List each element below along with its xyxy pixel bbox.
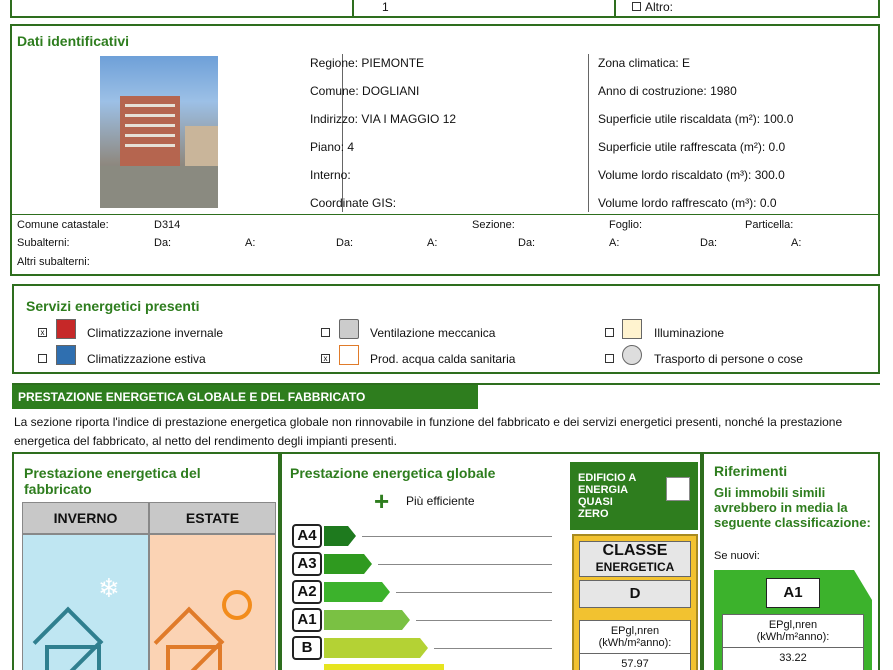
- illuminazione-checkbox[interactable]: [605, 328, 614, 337]
- riferimenti-text: Gli immobili simili avrebbero in media l…: [714, 485, 871, 530]
- sup-risc-row: Superficie utile riscaldata (m²): 100.0: [598, 112, 794, 126]
- class-row-a3: A3: [292, 552, 552, 576]
- faucet-icon: [339, 345, 359, 365]
- inverno-header: INVERNO: [22, 502, 149, 534]
- top-row-value: 1: [382, 0, 389, 14]
- plus-icon: +: [374, 486, 390, 516]
- arrow-a1: [324, 610, 410, 630]
- arrow-b: [324, 638, 428, 658]
- nzeb-box: EDIFICIO A ENERGIA QUASI ZERO: [570, 462, 698, 530]
- fabbricato-panel: Prestazione energetica del fabbricato IN…: [12, 452, 280, 670]
- gear-icon: [622, 345, 642, 365]
- fabbricato-title: Prestazione energetica del fabbricato: [24, 465, 201, 497]
- estate-header: ESTATE: [149, 502, 276, 534]
- classe-box: CLASSE ENERGETICA D EPgl,nren (kWh/m²ann…: [572, 534, 698, 670]
- class-row-a4: A4: [292, 524, 552, 548]
- class-row-a2: A2: [292, 580, 552, 604]
- piano-row: Piano: 4: [310, 140, 355, 154]
- air-conditioner-icon: [56, 345, 76, 365]
- comune-row: Comune: DOGLIANI: [310, 84, 420, 98]
- indirizzo-row: Indirizzo: VIA I MAGGIO 12: [310, 112, 457, 126]
- altro-label: Altro:: [645, 0, 674, 14]
- nzeb-checkbox[interactable]: [666, 477, 690, 501]
- climatizzazione-estiva-checkbox[interactable]: [38, 354, 47, 363]
- climatizzazione-invernale-checkbox[interactable]: x: [38, 328, 47, 337]
- sup-raff-row: Superficie utile raffrescata (m²): 0.0: [598, 140, 786, 154]
- ep-box: EPgl,nren (kWh/m²anno): 57.97: [579, 620, 691, 670]
- classe-value-box: D: [579, 580, 691, 608]
- estate-area: [149, 534, 276, 670]
- house-winter-icon: [32, 606, 109, 670]
- dati-title: Dati identificativi: [17, 33, 130, 49]
- piu-efficiente-label: Più efficiente: [406, 494, 475, 508]
- lamp-icon: [622, 319, 642, 339]
- house-summer-icon: [153, 606, 230, 670]
- inverno-area: ❄: [22, 534, 149, 670]
- snowflake-icon: ❄: [98, 573, 120, 603]
- arrow-c-partial: [324, 664, 444, 670]
- energy-scale: A4 A3 A2 A1 B: [292, 524, 552, 670]
- dati-identificativi-panel: Dati identificativi Regione: PIEMONTE Co…: [10, 24, 880, 276]
- prestazione-description: La sezione riporta l'indice di prestazio…: [14, 415, 843, 448]
- globale-panel: Prestazione energetica globale + Più eff…: [280, 452, 702, 670]
- building-photo: [100, 56, 218, 208]
- rif-ep-box: EPgl,nren (kWh/m²anno): 33.22: [722, 614, 864, 670]
- anno-row: Anno di costruzione: 1980: [598, 84, 737, 98]
- radiator-icon: [56, 319, 76, 339]
- prestazione-header: PRESTAZIONE ENERGETICA GLOBALE E DEL FAB…: [12, 385, 478, 409]
- regione-row: Regione: PIEMONTE: [310, 56, 425, 70]
- vol-raff-row: Volume lordo raffrescato (m³): 0.0: [598, 196, 777, 210]
- arrow-a3: [324, 554, 372, 574]
- classe-label-box: CLASSE ENERGETICA: [579, 541, 691, 577]
- trasporto-checkbox[interactable]: [605, 354, 614, 363]
- altro-checkbox[interactable]: [632, 2, 641, 11]
- interno-row: Interno:: [310, 168, 351, 182]
- zona-row: Zona climatica: E: [598, 56, 691, 70]
- servizi-panel: Servizi energetici presenti x Climatizza…: [12, 284, 880, 374]
- arrow-a4: [324, 526, 356, 546]
- fan-icon: [339, 319, 359, 339]
- top-row: 1 Altro:: [10, 0, 880, 18]
- se-nuovi-label: Se nuovi:: [714, 550, 760, 562]
- class-row-a1: A1: [292, 608, 552, 632]
- class-row-b: B: [292, 636, 552, 660]
- acqua-calda-checkbox[interactable]: x: [321, 354, 330, 363]
- rif-class-box: A1: [766, 578, 820, 608]
- globale-title: Prestazione energetica globale: [290, 465, 496, 481]
- servizi-title: Servizi energetici presenti: [26, 298, 200, 314]
- vol-risc-row: Volume lordo riscaldato (m³): 300.0: [598, 168, 785, 182]
- riferimenti-panel: Riferimenti Gli immobili simili avrebber…: [702, 452, 880, 670]
- catasto-section: Comune catastale: D314 Sezione: Foglio: …: [17, 219, 802, 268]
- arrow-a2: [324, 582, 390, 602]
- riferimenti-title: Riferimenti: [714, 463, 788, 479]
- ventilazione-checkbox[interactable]: [321, 328, 330, 337]
- coordinate-row: Coordinate GIS:: [310, 196, 397, 210]
